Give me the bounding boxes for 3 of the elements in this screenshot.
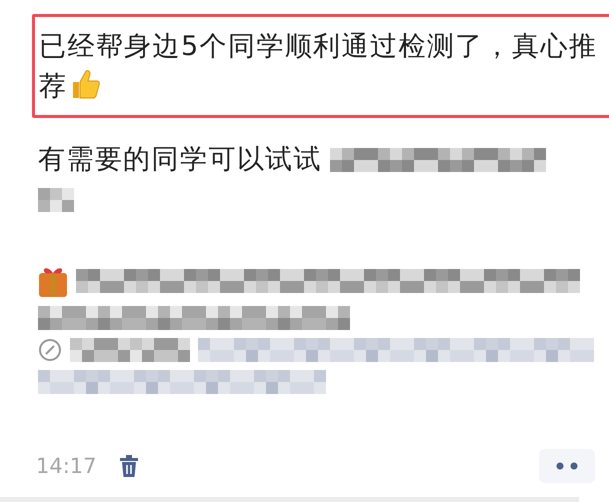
message-text: 已经帮身边5个同学顺利通过检测了，真心推荐 — [39, 30, 598, 104]
message-text: 有需要的同学可以试试 — [38, 143, 322, 177]
message-time: 14:17 — [36, 454, 97, 478]
